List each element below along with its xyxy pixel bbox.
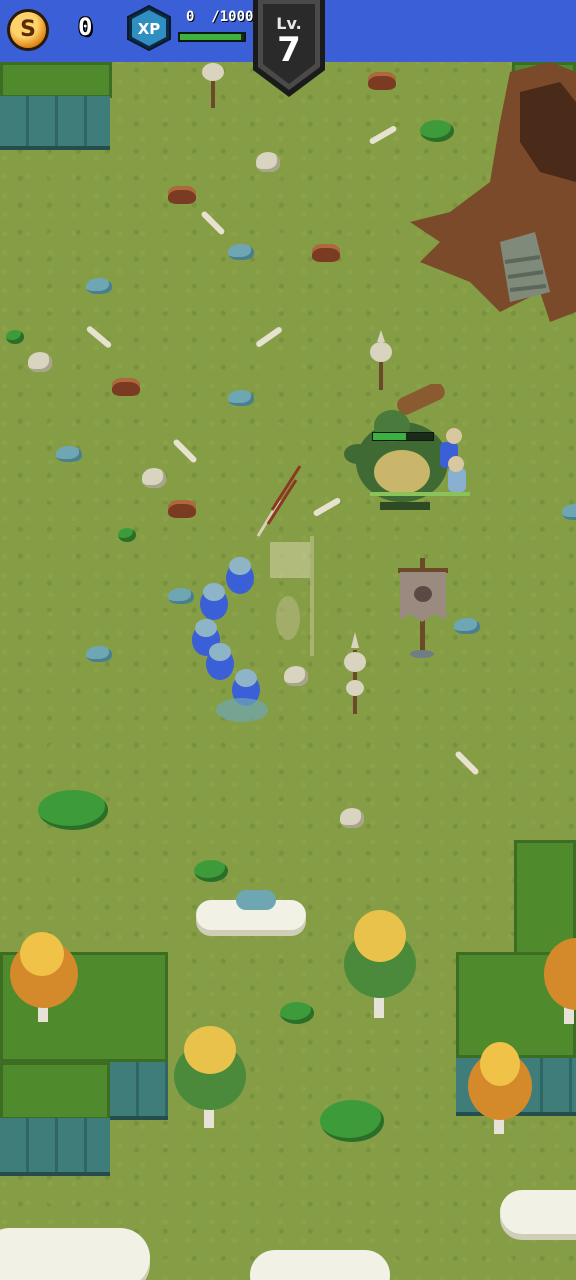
arrow-volley [256, 465, 302, 537]
bush [420, 120, 454, 142]
rock [228, 244, 254, 260]
cloud [0, 1228, 150, 1280]
xp-progress-bar [178, 32, 246, 42]
grass-plateau [0, 1062, 110, 1120]
skull-pike [344, 632, 366, 714]
skull-pike [202, 63, 224, 108]
xp-label: XP [138, 20, 161, 38]
bone [254, 325, 284, 349]
bone [368, 124, 398, 146]
coin-count: 0 [78, 13, 93, 41]
autumn-tree [468, 1042, 532, 1134]
stone-cliff [0, 96, 110, 150]
rock [562, 504, 576, 520]
xp-readout: 0 /1000 [186, 9, 253, 25]
grass-plateau [0, 62, 112, 98]
tree-stump [168, 500, 196, 518]
bone [454, 750, 480, 776]
tree-stump [168, 186, 196, 204]
soldier-squad[interactable] [180, 550, 280, 726]
bush [320, 1100, 384, 1142]
autumn-tree [10, 932, 78, 1022]
tree-stump [112, 378, 140, 396]
war-banner [398, 558, 448, 658]
xp-progress-fill [180, 34, 241, 40]
rock [228, 390, 254, 406]
xp-icon: XP [127, 4, 171, 52]
bush [6, 330, 24, 344]
cloud [500, 1190, 576, 1234]
bush [194, 860, 228, 882]
level-number: 7 [277, 30, 301, 70]
dust-cloud [236, 890, 276, 910]
cloud [250, 1250, 390, 1280]
skull [28, 352, 52, 372]
autumn-tree [174, 1026, 246, 1128]
level-badge: Lv. 7 [251, 0, 327, 98]
rock [56, 446, 82, 462]
tree-stump [312, 244, 340, 262]
ogre-boss[interactable] [330, 384, 490, 514]
bone [200, 210, 226, 236]
bone [85, 325, 113, 349]
game-scene[interactable]: S 0 XP 0 /1000 Lv. 7 [0, 0, 576, 1280]
skull [256, 152, 280, 172]
rock [86, 278, 112, 294]
stone-cliff [110, 1062, 168, 1120]
skull [142, 468, 166, 488]
bone [172, 438, 198, 464]
rock [454, 618, 480, 634]
skull [340, 808, 364, 828]
bush [118, 528, 136, 542]
xp-current: 0 [186, 9, 195, 25]
autumn-tree [344, 910, 416, 1018]
xp-max: /1000 [211, 9, 254, 25]
boss-health-bar [372, 432, 434, 441]
stone-cliff [0, 1118, 110, 1176]
boss-health-fill [373, 433, 406, 440]
rock [86, 646, 112, 662]
tree-stump [368, 72, 396, 90]
dead-tree [410, 62, 576, 322]
skull [284, 666, 308, 686]
autumn-tree [544, 938, 576, 1024]
skull-pike [370, 330, 392, 390]
coin-icon: S [7, 9, 49, 51]
bush [280, 1002, 314, 1024]
bush [38, 790, 108, 830]
